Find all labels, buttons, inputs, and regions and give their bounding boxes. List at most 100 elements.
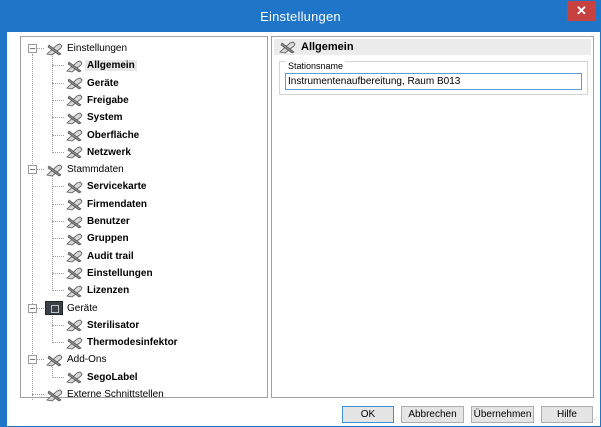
tree-item-label: Benutzer: [87, 216, 130, 227]
tree-root-guide: [32, 53, 33, 400]
tree-connector: [52, 238, 64, 240]
help-button[interactable]: Hilfe: [541, 406, 593, 423]
tools-icon: [66, 146, 83, 159]
settings-content-panel: Allgemein Stationsname: [271, 36, 594, 398]
tools-icon: [66, 181, 83, 194]
tools-icon: [66, 77, 83, 90]
tree-item-label: Firmendaten: [87, 198, 148, 210]
tree-item[interactable]: Allgemein: [65, 57, 137, 74]
tree-item[interactable]: Gruppen: [65, 230, 131, 247]
tools-icon: [46, 43, 63, 55]
tools-icon: [279, 41, 296, 54]
tree-connector: [32, 394, 44, 395]
tools-icon: [66, 267, 83, 280]
ok-button[interactable]: OK: [342, 406, 394, 423]
tree-item-label: Gruppen: [87, 233, 129, 245]
tree-connector: [52, 376, 64, 378]
tree-connector: [52, 221, 64, 222]
tree-item-label: Geräte: [67, 302, 98, 314]
tree-item[interactable]: Thermodesinfektor: [65, 334, 180, 351]
tree-item[interactable]: Audit trail: [65, 248, 136, 265]
tree-collapse-toggle[interactable]: −: [28, 303, 37, 313]
tree-connector: [52, 134, 64, 136]
tools-icon: [66, 94, 83, 107]
window-title: Einstellungen: [260, 9, 341, 24]
tree-branch-guide: [52, 313, 53, 344]
tree-item[interactable]: Oberfläche: [65, 127, 141, 144]
tree-item[interactable]: Benutzer: [65, 213, 132, 230]
section-header: Allgemein: [274, 39, 591, 55]
tree-connector: [52, 203, 64, 205]
tree-collapse-toggle[interactable]: −: [28, 165, 37, 175]
tree-item[interactable]: Sterilisator: [65, 317, 141, 334]
resize-grip-icon[interactable]: ⋰: [591, 416, 598, 424]
tree-item[interactable]: Einstellungen: [65, 265, 155, 282]
close-button[interactable]: ✕: [567, 1, 596, 21]
tree-connector: [52, 342, 64, 344]
tree-item[interactable]: Einstellungen: [45, 40, 129, 57]
tree-item-label: SegoLabel: [87, 371, 138, 383]
apply-button[interactable]: Übernehmen: [471, 406, 534, 423]
tree-item-label: Netzwerk: [87, 146, 131, 158]
tree-item[interactable]: Stammdaten: [45, 161, 126, 178]
tree-item[interactable]: Lizenzen: [65, 282, 131, 299]
tree-item-label: Thermodesinfektor: [87, 337, 178, 349]
tools-icon: [66, 198, 83, 211]
tree-item[interactable]: Servicekarte: [65, 178, 149, 195]
settings-tree[interactable]: − Einstellungen Allgemein Geräte Freigabe Sys…: [20, 36, 268, 401]
tools-icon: [66, 371, 83, 384]
tools-icon: [66, 285, 83, 298]
tools-icon: [66, 250, 83, 263]
stationsname-group: Stationsname: [279, 61, 588, 95]
tree-item[interactable]: Externe Schnittstellen: [45, 386, 166, 403]
dialog-body: − Einstellungen Allgemein Geräte Freigabe Sys…: [7, 32, 600, 426]
stationsname-input[interactable]: [285, 73, 582, 90]
tree-item-label: System: [87, 112, 123, 124]
tree-item-label: Freigabe: [87, 94, 129, 106]
tree-item[interactable]: Netzwerk: [65, 144, 133, 161]
tree-item[interactable]: Add-Ons: [45, 351, 108, 368]
tree-connector: [52, 324, 64, 326]
tree-item[interactable]: Freigabe: [65, 92, 131, 109]
cancel-button[interactable]: Abbrechen: [401, 406, 464, 423]
tools-icon: [46, 354, 63, 367]
tree-item-label: Oberfläche: [87, 129, 140, 141]
tools-icon: [66, 60, 83, 73]
tree-item-label: Audit trail: [87, 250, 134, 262]
tree-connector: [52, 272, 64, 274]
tree-item-label: Einstellungen: [67, 43, 128, 54]
tree-item[interactable]: SegoLabel: [65, 369, 140, 386]
tree-item-label: Geräte: [87, 77, 119, 89]
tree-connector: [52, 186, 64, 188]
tools-icon: [46, 164, 63, 177]
tools-icon: [66, 319, 83, 332]
tree-collapse-toggle[interactable]: −: [28, 44, 37, 53]
stationsname-label: Stationsname: [286, 61, 346, 71]
tools-icon: [66, 216, 83, 228]
device-icon: [45, 301, 63, 315]
tree-item-label: Add-Ons: [67, 354, 107, 366]
tools-icon: [66, 112, 83, 125]
tree-item[interactable]: Geräte: [45, 300, 100, 317]
tree-item[interactable]: Firmendaten: [65, 196, 149, 213]
tree-item-label: Servicekarte: [87, 181, 147, 193]
tools-icon: [46, 389, 63, 401]
tree-branch-guide: [52, 54, 53, 153]
tree-connector: [52, 255, 64, 257]
tree-collapse-toggle[interactable]: −: [28, 355, 37, 365]
tree-connector: [52, 99, 64, 101]
tree-connector: [52, 290, 64, 292]
tools-icon: [66, 129, 83, 142]
close-icon: ✕: [576, 3, 587, 18]
tools-icon: [66, 233, 83, 246]
tree-connector: [52, 151, 64, 153]
tree-item-label: Allgemein: [85, 60, 137, 72]
tree-connector: [52, 65, 64, 67]
title-bar[interactable]: Einstellungen ✕: [1, 1, 600, 32]
tree-connector: [52, 117, 64, 119]
tree-item[interactable]: System: [65, 109, 125, 126]
tree-item-label: Sterilisator: [87, 319, 140, 331]
tree-item-label: Stammdaten: [67, 164, 124, 176]
tree-item-label: Lizenzen: [87, 285, 130, 297]
tree-item[interactable]: Geräte: [65, 75, 121, 92]
